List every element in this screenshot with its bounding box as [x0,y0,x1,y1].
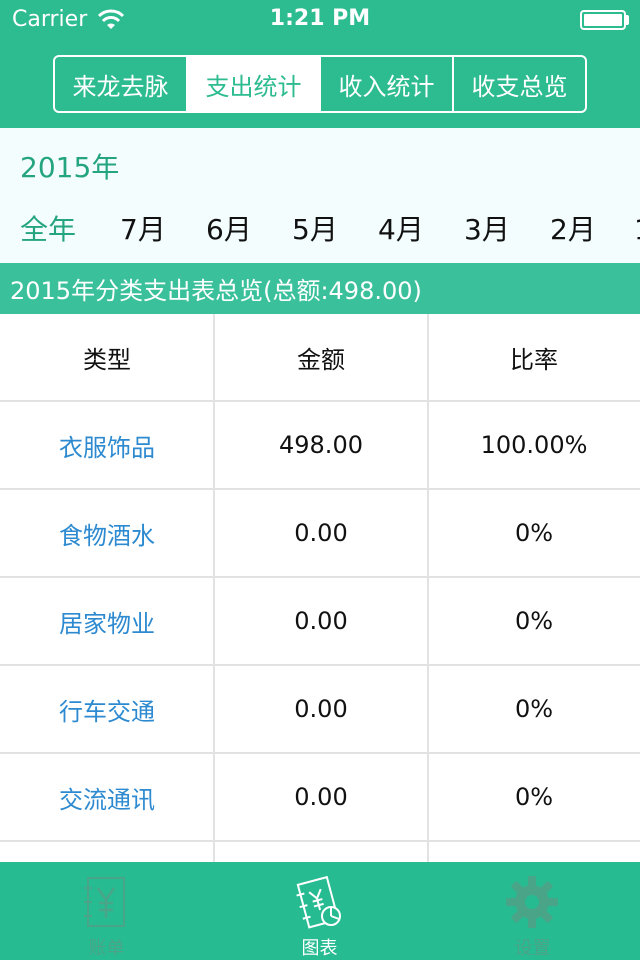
column-divider [427,314,429,862]
category-link[interactable]: 衣服饰品 [0,402,214,488]
month-2[interactable]: 2月 [550,208,596,248]
amount-cell: 0.00 [294,519,348,547]
month-4[interactable]: 4月 [378,208,424,248]
category-link[interactable]: 居家物业 [0,578,214,664]
summary-title: 2015年分类支出表总览(总额:498.00) [0,263,640,314]
month-6[interactable]: 6月 [206,208,252,248]
table-row[interactable]: 行车交通 0.00 0% [0,666,640,754]
table-row[interactable]: 食物酒水 0.00 0% [0,490,640,578]
tab-settings-label: 设置 [514,938,551,959]
segment-origin[interactable]: 来龙去脉 [55,57,188,111]
ratio-cell: 0% [514,519,554,547]
ratio-cell: 0% [514,607,554,635]
segmented-control: 来龙去脉 支出统计 收入统计 收支总览 [53,55,587,113]
category-link[interactable]: 食物酒水 [0,490,214,576]
bill-icon [84,877,125,927]
header: Carrier 1:21 PM 来龙去脉 支出统计 收入统计 收支总览 [0,0,640,128]
header-type: 类型 [83,345,131,374]
amount-cell: 498.00 [279,431,363,459]
tab-bill[interactable]: 账单 [0,862,213,960]
chart-icon [296,875,341,929]
amount-cell [214,842,428,862]
amount-cell: 0.00 [294,695,348,723]
table-row[interactable] [0,842,640,862]
tab-bar: 账单 图表 设置 [0,862,640,960]
category-link[interactable] [0,842,214,862]
tab-chart[interactable]: 图表 [213,862,426,960]
ratio-cell: 0% [514,695,554,723]
segment-expense-stats[interactable]: 支出统计 [188,57,321,111]
table-header-row: 类型 金额 比率 [0,314,640,402]
month-3[interactable]: 3月 [464,208,510,248]
header-ratio: 比率 [510,345,558,374]
tab-bill-label: 账单 [88,938,125,959]
ratio-cell [428,842,640,862]
gear-icon [506,876,558,928]
amount-cell: 0.00 [294,783,348,811]
month-scroller[interactable]: 全年 7月 6月 5月 4月 3月 2月 1月 [0,208,640,252]
segment-income-stats[interactable]: 收入统计 [321,57,454,111]
battery-cap [626,15,629,25]
status-bar: Carrier 1:21 PM [0,0,640,40]
month-1[interactable]: 1月 [634,208,640,248]
table-row[interactable]: 交流通讯 0.00 0% [0,754,640,842]
ratio-cell: 100.00% [480,431,588,459]
amount-cell: 0.00 [294,607,348,635]
ratio-cell: 0% [514,783,554,811]
year-label[interactable]: 2015年 [20,146,119,186]
expense-table: 类型 金额 比率 衣服饰品 498.00 100.00% 食物酒水 0.00 0… [0,314,640,862]
tab-chart-label: 图表 [301,938,338,959]
category-link[interactable]: 交流通讯 [0,754,214,840]
table-row[interactable]: 衣服饰品 498.00 100.00% [0,402,640,490]
status-time: 1:21 PM [269,6,371,31]
month-7[interactable]: 7月 [120,208,166,248]
month-all-year[interactable]: 全年 [20,208,76,248]
battery-icon [580,10,626,30]
category-link[interactable]: 行车交通 [0,666,214,752]
year-selector: 2015年 全年 7月 6月 5月 4月 3月 2月 1月 [0,128,640,263]
month-5[interactable]: 5月 [292,208,338,248]
column-divider [213,314,215,862]
tab-settings[interactable]: 设置 [426,862,639,960]
header-amount: 金额 [297,345,345,374]
segment-overview[interactable]: 收支总览 [454,57,585,111]
table-row[interactable]: 居家物业 0.00 0% [0,578,640,666]
